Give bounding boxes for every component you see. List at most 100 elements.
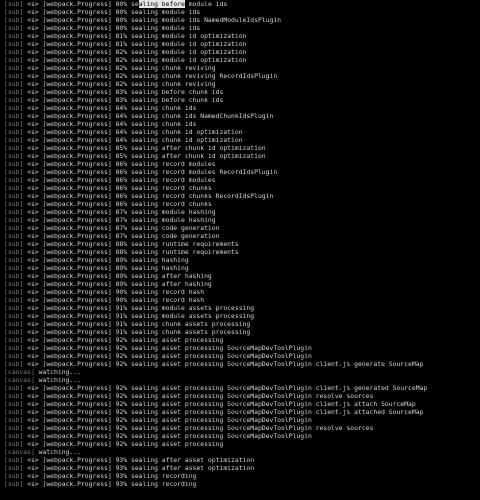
process-tag: [sub]: [4, 64, 24, 72]
process-tag: [sub]: [4, 176, 24, 184]
log-text: <s> [webpack.Progress] 92% sealing asset…: [23, 352, 312, 360]
terminal-line: [sub] <s> [webpack.Progress] 86% sealing…: [4, 176, 480, 184]
log-text: <s> [webpack.Progress] 83% sealing befor…: [23, 88, 224, 96]
log-text: <s> [webpack.Progress] 89% sealing hashi…: [23, 264, 189, 272]
terminal-output[interactable]: [sub] <s> [webpack.Progress] 80% sealing…: [0, 0, 480, 500]
log-text: <s> [webpack.Progress] 86% sealing recor…: [23, 168, 278, 176]
terminal-line: [sub] <s> [webpack.Progress] 90% sealing…: [4, 288, 480, 296]
process-tag: [sub]: [4, 184, 24, 192]
process-tag: [sub]: [4, 80, 24, 88]
process-tag: [sub]: [4, 128, 24, 136]
terminal-line: [sub] <s> [webpack.Progress] 84% sealing…: [4, 120, 480, 128]
log-text: <s> [webpack.Progress] 83% sealing befor…: [23, 96, 224, 104]
process-tag: [sub]: [4, 336, 24, 344]
process-tag: [sub]: [4, 160, 24, 168]
log-text: <s> [webpack.Progress] 84% sealing chunk…: [23, 112, 274, 120]
terminal-line: [sub] <s> [webpack.Progress] 81% sealing…: [4, 40, 480, 48]
log-text: <s> [webpack.Progress] 92% sealing asset…: [23, 440, 224, 448]
terminal-line: [sub] <s> [webpack.Progress] 93% sealing…: [4, 456, 480, 464]
process-tag: [sub]: [4, 280, 24, 288]
log-text: <s> [webpack.Progress] 84% sealing chunk…: [23, 128, 243, 136]
log-text: <s> [webpack.Progress] 93% sealing recor…: [23, 472, 197, 480]
log-text: <s> [webpack.Progress] 82% sealing chunk…: [23, 72, 278, 80]
process-tag: [sub]: [4, 392, 24, 400]
log-text: watching...: [34, 448, 81, 456]
process-tag: [sub]: [4, 0, 24, 8]
process-tag: [sub]: [4, 24, 24, 32]
log-text: <s> [webpack.Progress] 91% sealing modul…: [23, 312, 255, 320]
terminal-line: [sub] <s> [webpack.Progress] 89% sealing…: [4, 272, 480, 280]
log-text: <s> [webpack.Progress] 85% sealing after…: [23, 152, 266, 160]
process-tag: [sub]: [4, 296, 24, 304]
log-text: <s> [webpack.Progress] 86% sealing recor…: [23, 184, 212, 192]
process-tag: [sub]: [4, 304, 24, 312]
log-text: <s> [webpack.Progress] 92% sealing asset…: [23, 432, 312, 440]
terminal-line: [sub] <s> [webpack.Progress] 89% sealing…: [4, 264, 480, 272]
terminal-line: [sub] <s> [webpack.Progress] 92% sealing…: [4, 360, 480, 368]
log-text: <s> [webpack.Progress] 80% sealing modul…: [23, 8, 201, 16]
log-text: watching...: [34, 368, 81, 376]
terminal-line: [sub] <s> [webpack.Progress] 84% sealing…: [4, 136, 480, 144]
log-text: <s> [webpack.Progress] 90% sealing recor…: [23, 288, 205, 296]
terminal-line: [sub] <s> [webpack.Progress] 91% sealing…: [4, 304, 480, 312]
process-tag: [canvas]: [4, 376, 35, 384]
process-tag: [sub]: [4, 272, 24, 280]
process-tag: [sub]: [4, 360, 24, 368]
process-tag: [canvas]: [4, 448, 35, 456]
process-tag: [sub]: [4, 312, 24, 320]
terminal-line: [sub] <s> [webpack.Progress] 85% sealing…: [4, 152, 480, 160]
process-tag: [sub]: [4, 288, 24, 296]
process-tag: [sub]: [4, 424, 24, 432]
log-text: <s> [webpack.Progress] 87% sealing modul…: [23, 208, 216, 216]
process-tag: [sub]: [4, 264, 24, 272]
log-text: <s> [webpack.Progress] 88% sealing runti…: [23, 240, 239, 248]
terminal-line: [sub] <s> [webpack.Progress] 92% sealing…: [4, 408, 480, 416]
terminal-line: [sub] <s> [webpack.Progress] 80% sealing…: [4, 16, 480, 24]
terminal-line: [sub] <s> [webpack.Progress] 80% sealing…: [4, 24, 480, 32]
process-tag: [sub]: [4, 120, 24, 128]
log-text: <s> [webpack.Progress] 89% sealing after…: [23, 272, 212, 280]
log-text: <s> [webpack.Progress] 92% sealing asset…: [23, 360, 424, 368]
process-tag: [sub]: [4, 96, 24, 104]
process-tag: [sub]: [4, 72, 24, 80]
terminal-line: [sub] <s> [webpack.Progress] 84% sealing…: [4, 128, 480, 136]
terminal-line: [sub] <s> [webpack.Progress] 88% sealing…: [4, 248, 480, 256]
process-tag: [sub]: [4, 192, 24, 200]
process-tag: [sub]: [4, 16, 24, 24]
log-text: <s> [webpack.Progress] 89% sealing hashi…: [23, 256, 189, 264]
terminal-line: [sub] <s> [webpack.Progress] 84% sealing…: [4, 104, 480, 112]
process-tag: [sub]: [4, 144, 24, 152]
process-tag: [sub]: [4, 480, 24, 488]
terminal-line: [sub] <s> [webpack.Progress] 82% sealing…: [4, 72, 480, 80]
terminal-line: [sub] <s> [webpack.Progress] 92% sealing…: [4, 384, 480, 392]
log-text: <s> [webpack.Progress] 86% sealing recor…: [23, 192, 274, 200]
process-tag: [sub]: [4, 240, 24, 248]
log-text: <s> [webpack.Progress] 93% sealing recor…: [23, 480, 197, 488]
process-tag: [sub]: [4, 208, 24, 216]
terminal-line: [sub] <s> [webpack.Progress] 87% sealing…: [4, 224, 480, 232]
terminal-line: [sub] <s> [webpack.Progress] 83% sealing…: [4, 96, 480, 104]
process-tag: [sub]: [4, 384, 24, 392]
log-text: <s> [webpack.Progress] 80% sealing befor…: [23, 0, 228, 8]
terminal-line: [canvas] watching...: [4, 376, 480, 384]
log-text: <s> [webpack.Progress] 82% sealing modul…: [23, 56, 247, 64]
process-tag: [sub]: [4, 136, 24, 144]
log-text: <s> [webpack.Progress] 82% sealing chunk…: [23, 64, 216, 72]
process-tag: [sub]: [4, 328, 24, 336]
terminal-line: [sub] <s> [webpack.Progress] 92% sealing…: [4, 432, 480, 440]
process-tag: [sub]: [4, 112, 24, 120]
log-text: <s> [webpack.Progress] 92% sealing asset…: [23, 344, 312, 352]
log-text: <s> [webpack.Progress] 86% sealing recor…: [23, 200, 212, 208]
terminal-line: [sub] <s> [webpack.Progress] 85% sealing…: [4, 144, 480, 152]
process-tag: [sub]: [4, 8, 24, 16]
log-text: <s> [webpack.Progress] 84% sealing chunk…: [23, 136, 243, 144]
terminal-line: [sub] <s> [webpack.Progress] 80% sealing…: [4, 0, 480, 8]
process-tag: [sub]: [4, 88, 24, 96]
log-text: <s> [webpack.Progress] 87% sealing modul…: [23, 216, 216, 224]
text-selection[interactable]: aling before: [138, 0, 185, 8]
log-text: <s> [webpack.Progress] 92% sealing asset…: [23, 400, 416, 408]
process-tag: [sub]: [4, 408, 24, 416]
terminal-line: [sub] <s> [webpack.Progress] 92% sealing…: [4, 336, 480, 344]
terminal-line: [canvas] watching...: [4, 448, 480, 456]
terminal-line: [canvas] watching...: [4, 368, 480, 376]
